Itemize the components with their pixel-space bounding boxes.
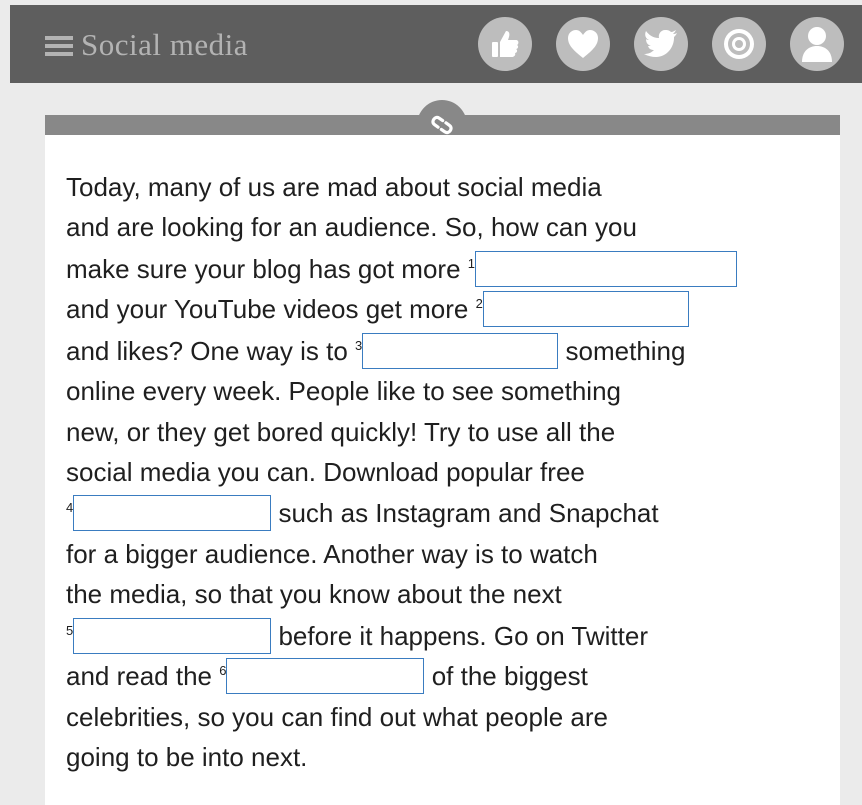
header-bar: Social media <box>10 5 862 83</box>
text-line: social media you can. Download popular f… <box>66 457 585 487</box>
text-line: and likes? One way is to 3 something <box>66 333 685 369</box>
twitter-bird-icon[interactable] <box>634 17 688 71</box>
gap-fill-input-3[interactable] <box>362 333 559 369</box>
text-line: for a bigger audience. Another way is to… <box>66 539 598 569</box>
gap-fill-input-5[interactable] <box>73 618 272 654</box>
text-line: going to be into next. <box>66 742 308 772</box>
brand: Social media <box>43 27 248 63</box>
blank-number: 1 <box>467 256 476 272</box>
hamburger-menu-icon[interactable] <box>43 30 79 60</box>
thumbs-up-icon[interactable] <box>478 17 532 71</box>
page-title: Social media <box>81 27 248 62</box>
gap-fill-input-6[interactable] <box>226 658 425 694</box>
text-line: online every week. People like to see so… <box>66 376 621 406</box>
text-line: make sure your blog has got more 1 <box>66 251 738 287</box>
blank-number: 5 <box>66 623 74 639</box>
text-line: 4 such as Instagram and Snapchat <box>66 495 659 531</box>
text-line: and read the 6 of the biggest <box>66 658 588 694</box>
text-line: Today, many of us are mad about social m… <box>66 172 602 202</box>
gap-fill-input-1[interactable] <box>475 251 738 287</box>
blank-number: 2 <box>475 296 483 312</box>
blank-number: 6 <box>219 663 227 679</box>
user-icon[interactable] <box>790 17 844 71</box>
text-line: and your YouTube videos get more 2 <box>66 291 689 327</box>
blank-number: 4 <box>66 500 74 516</box>
target-icon[interactable] <box>712 17 766 71</box>
text-line: new, or they get bored quickly! Try to u… <box>66 417 616 447</box>
gap-fill-input-4[interactable] <box>73 495 272 531</box>
text-line: 5 before it happens. Go on Twitter <box>66 618 648 654</box>
text-line: the media, so that you know about the ne… <box>66 579 562 609</box>
text-line: celebrities, so you can find out what pe… <box>66 702 609 732</box>
blank-number: 3 <box>355 338 363 354</box>
heart-icon[interactable] <box>556 17 610 71</box>
gap-fill-input-2[interactable] <box>482 291 689 327</box>
text-line: and are looking for an audience. So, how… <box>66 212 637 242</box>
